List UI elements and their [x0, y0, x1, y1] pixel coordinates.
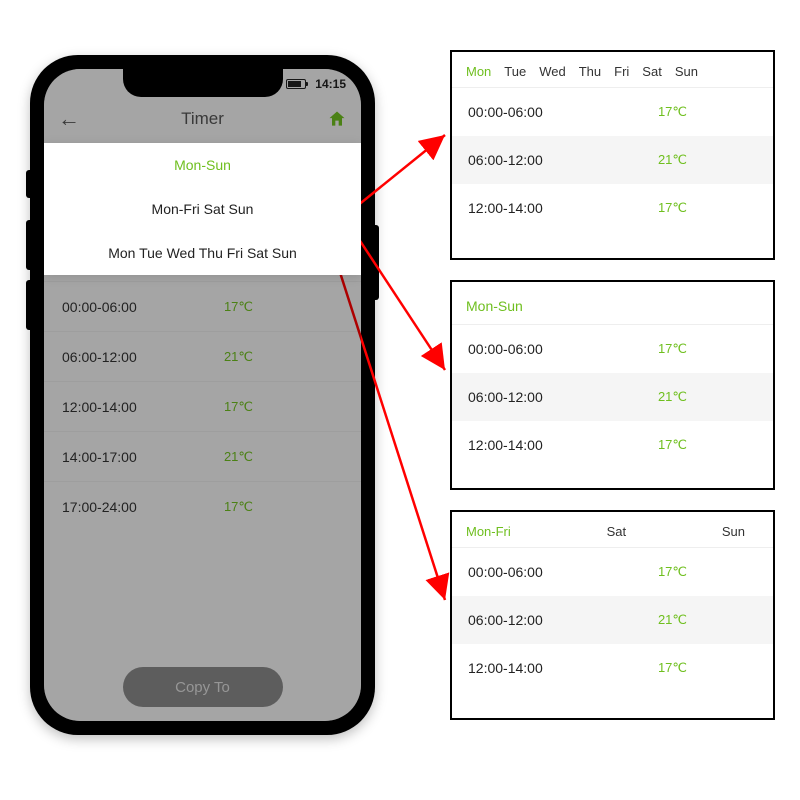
slot-time: 06:00-12:00: [468, 152, 543, 168]
phone-notch: [123, 69, 283, 97]
option-label: Mon-Sun: [174, 157, 231, 173]
slot-time: 12:00-14:00: [468, 200, 543, 216]
back-icon[interactable]: ←: [58, 106, 80, 132]
day-tabs: Mon Tue Wed Thu Fri Sat Sun: [452, 58, 773, 88]
slot-temp: 17℃: [658, 564, 687, 580]
slot-temp: 21℃: [658, 152, 687, 168]
panel-slot[interactable]: 00:00-06:00 17℃: [452, 548, 773, 596]
option-label: Mon Tue Wed Thu Fri Sat Sun: [108, 245, 297, 261]
slot-time: 06:00-12:00: [468, 612, 543, 628]
slot-temp: 21℃: [224, 349, 253, 365]
option-label: Mon-Fri Sat Sun: [152, 201, 254, 217]
phone-side-button: [26, 280, 30, 330]
tab-sun[interactable]: Sun: [722, 524, 745, 539]
timer-slot[interactable]: 17:00-24:00 17℃: [44, 481, 361, 531]
tab-fri[interactable]: Fri: [614, 64, 629, 79]
option-mon-sun[interactable]: Mon-Sun: [44, 143, 361, 187]
slot-time: 12:00-14:00: [468, 660, 543, 676]
panel-slot[interactable]: 12:00-14:00 17℃: [452, 421, 773, 469]
slot-temp: 17℃: [658, 660, 687, 676]
home-icon[interactable]: [327, 109, 347, 129]
tab-monfri[interactable]: Mon-Fri: [466, 524, 511, 539]
slot-time: 00:00-06:00: [468, 564, 543, 580]
timer-slot-list: 00:00-06:00 17℃ 06:00-12:00 21℃ 12:00-14…: [44, 281, 361, 531]
slot-time: 00:00-06:00: [468, 104, 543, 120]
timer-slot[interactable]: 14:00-17:00 21℃: [44, 431, 361, 481]
tab-thu[interactable]: Thu: [579, 64, 601, 79]
panel-slot[interactable]: 06:00-12:00 21℃: [452, 136, 773, 184]
status-time: 14:15: [315, 77, 346, 91]
slot-time: 06:00-12:00: [62, 349, 137, 365]
copy-to-button[interactable]: Copy To: [123, 667, 283, 707]
phone-side-button: [375, 225, 379, 300]
timer-slot[interactable]: 12:00-14:00 17℃: [44, 381, 361, 431]
slot-time: 06:00-12:00: [468, 389, 543, 405]
phone-side-button: [26, 220, 30, 270]
phone-side-button: [26, 170, 30, 198]
app-header: ← Timer: [44, 99, 361, 139]
slot-time: 14:00-17:00: [62, 449, 137, 465]
slot-time: 12:00-14:00: [468, 437, 543, 453]
slot-temp: 17℃: [658, 341, 687, 357]
slot-time: 00:00-06:00: [468, 341, 543, 357]
panel-slot[interactable]: 12:00-14:00 17℃: [452, 644, 773, 692]
slot-temp: 17℃: [224, 399, 253, 415]
tab-mon[interactable]: Mon: [466, 64, 491, 79]
tab-wed[interactable]: Wed: [539, 64, 566, 79]
timer-slot[interactable]: 00:00-06:00 17℃: [44, 281, 361, 331]
option-each-day[interactable]: Mon Tue Wed Thu Fri Sat Sun: [44, 231, 361, 275]
slot-temp: 21℃: [658, 612, 687, 628]
page-title: Timer: [44, 109, 361, 129]
schedule-mode-picker: Mon-Sun Mon-Fri Sat Sun Mon Tue Wed Thu …: [44, 143, 361, 275]
preview-panel-each-day: Mon Tue Wed Thu Fri Sat Sun 00:00-06:00 …: [450, 50, 775, 260]
tab-sun[interactable]: Sun: [675, 64, 698, 79]
phone-screen: 14:15 ← Timer Mon-Sun Mon-Fri Sat Sun Mo…: [44, 69, 361, 721]
slot-temp: 21℃: [658, 389, 687, 405]
battery-icon: [286, 79, 306, 89]
preview-panel-mon-sun: Mon-Sun 00:00-06:00 17℃ 06:00-12:00 21℃ …: [450, 280, 775, 490]
panel-slot[interactable]: 00:00-06:00 17℃: [452, 325, 773, 373]
slot-time: 17:00-24:00: [62, 499, 137, 515]
slot-temp: 21℃: [224, 449, 253, 465]
phone-frame: 14:15 ← Timer Mon-Sun Mon-Fri Sat Sun Mo…: [30, 55, 375, 735]
panel-header[interactable]: Mon-Sun: [452, 288, 773, 325]
panel-slot[interactable]: 06:00-12:00 21℃: [452, 373, 773, 421]
slot-time: 12:00-14:00: [62, 399, 137, 415]
tab-sat[interactable]: Sat: [642, 64, 662, 79]
slot-temp: 17℃: [658, 200, 687, 216]
slot-temp: 17℃: [224, 499, 253, 515]
preview-panel-monfri-sat-sun: Mon-Fri Sat Sun 00:00-06:00 17℃ 06:00-12…: [450, 510, 775, 720]
slot-temp: 17℃: [658, 104, 687, 120]
slot-temp: 17℃: [658, 437, 687, 453]
day-tabs: Mon-Fri Sat Sun: [452, 518, 773, 548]
panel-slot[interactable]: 06:00-12:00 21℃: [452, 596, 773, 644]
option-mon-fri-sat-sun[interactable]: Mon-Fri Sat Sun: [44, 187, 361, 231]
slot-temp: 17℃: [224, 299, 253, 315]
panel-slot[interactable]: 00:00-06:00 17℃: [452, 88, 773, 136]
tab-sat[interactable]: Sat: [607, 524, 627, 539]
timer-slot[interactable]: 06:00-12:00 21℃: [44, 331, 361, 381]
panel-slot[interactable]: 12:00-14:00 17℃: [452, 184, 773, 232]
bottom-action-bar: Copy To: [44, 667, 361, 707]
tab-tue[interactable]: Tue: [504, 64, 526, 79]
slot-time: 00:00-06:00: [62, 299, 137, 315]
